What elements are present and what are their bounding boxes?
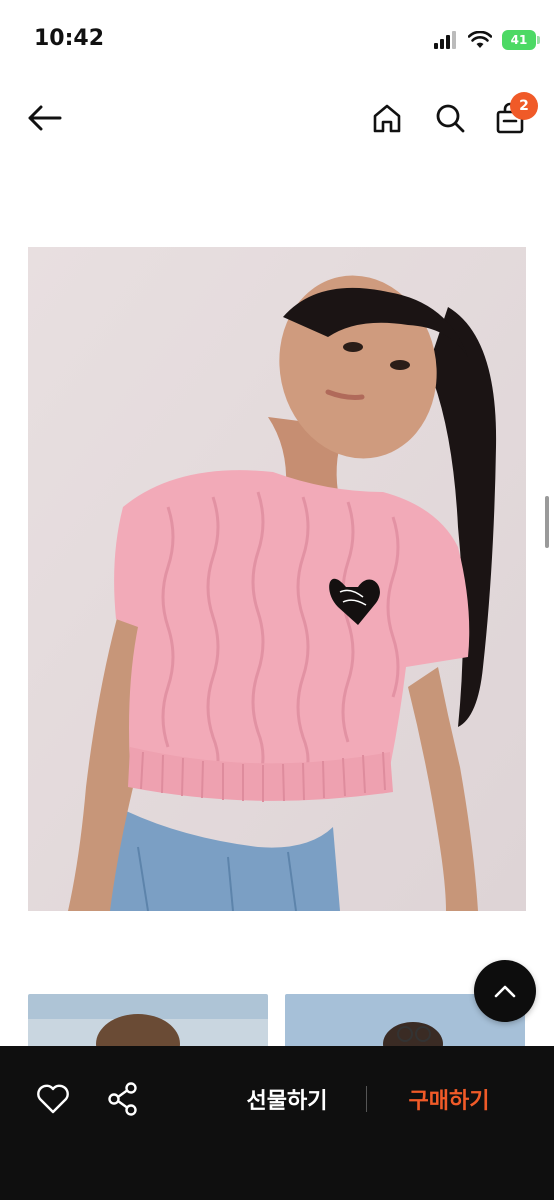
scroll-indicator[interactable]: [545, 496, 549, 548]
gift-button[interactable]: 선물하기: [228, 1078, 346, 1120]
arrow-left-icon: [28, 105, 62, 131]
status-time: 10:42: [34, 26, 105, 51]
buy-button[interactable]: 구매하기: [390, 1078, 508, 1120]
back-button[interactable]: [22, 96, 66, 140]
product-thumbnail[interactable]: [28, 994, 268, 1054]
product-detail-page: 10:42 41 2 선물하기 구매하기: [0, 0, 554, 1200]
cart-count-badge: 2: [510, 92, 538, 120]
battery-indicator: 41: [502, 30, 540, 50]
status-icons: 41: [434, 30, 540, 50]
status-bar: 10:42 41: [0, 0, 554, 80]
battery-level: 41: [510, 33, 528, 47]
product-main-image[interactable]: [28, 247, 526, 911]
cart-button[interactable]: 2: [488, 92, 538, 140]
share-icon: [108, 1082, 137, 1116]
product-photo: [28, 247, 526, 911]
thumbnail-photo: [28, 994, 268, 1054]
top-nav: 2: [0, 88, 554, 148]
home-icon: [373, 104, 401, 133]
bottom-action-bar: 선물하기 구매하기: [0, 1046, 554, 1200]
heart-icon: [37, 1084, 69, 1114]
wifi-icon: [468, 31, 492, 48]
search-icon: [436, 104, 465, 133]
share-button[interactable]: [100, 1076, 146, 1122]
chevron-up-icon: [494, 985, 516, 998]
scroll-to-top-button[interactable]: [474, 960, 536, 1022]
divider: [366, 1086, 367, 1112]
like-button[interactable]: [30, 1076, 76, 1122]
home-button[interactable]: [365, 96, 409, 140]
cellular-signal-icon: [434, 31, 456, 49]
search-button[interactable]: [428, 96, 472, 140]
